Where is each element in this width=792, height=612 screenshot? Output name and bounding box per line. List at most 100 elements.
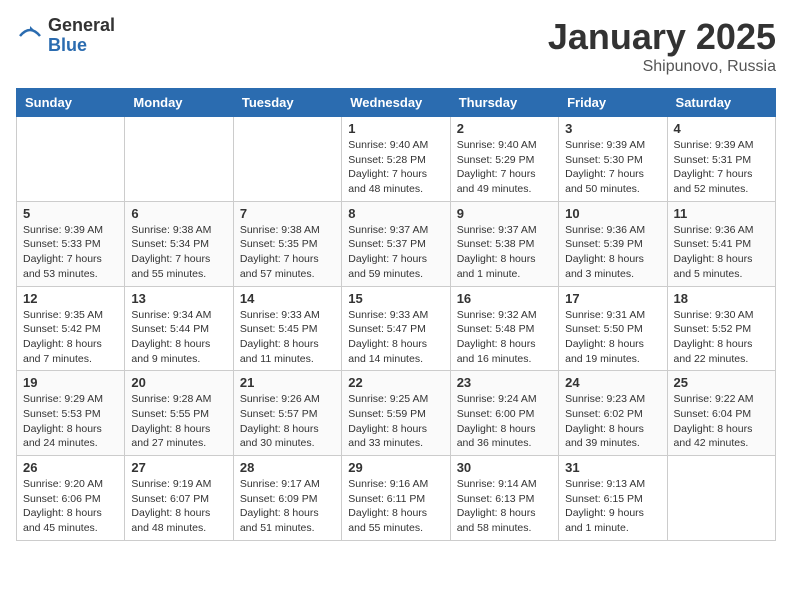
day-number: 14 xyxy=(240,291,335,306)
day-number: 15 xyxy=(348,291,443,306)
day-detail: Sunrise: 9:20 AM Sunset: 6:06 PM Dayligh… xyxy=(23,477,118,536)
day-detail: Sunrise: 9:36 AM Sunset: 5:41 PM Dayligh… xyxy=(674,223,769,282)
col-sunday: Sunday xyxy=(17,89,125,117)
table-row: 13 Sunrise: 9:34 AM Sunset: 5:44 PM Dayli… xyxy=(125,286,233,371)
day-number: 27 xyxy=(131,460,226,475)
day-number: 23 xyxy=(457,375,552,390)
table-row: 3 Sunrise: 9:39 AM Sunset: 5:30 PM Daylig… xyxy=(559,117,667,202)
table-row: 14 Sunrise: 9:33 AM Sunset: 5:45 PM Dayli… xyxy=(233,286,341,371)
table-row: 29 Sunrise: 9:16 AM Sunset: 6:11 PM Dayli… xyxy=(342,456,450,541)
day-number: 2 xyxy=(457,121,552,136)
day-number: 18 xyxy=(674,291,769,306)
day-number: 13 xyxy=(131,291,226,306)
day-detail: Sunrise: 9:38 AM Sunset: 5:35 PM Dayligh… xyxy=(240,223,335,282)
table-row: 1 Sunrise: 9:40 AM Sunset: 5:28 PM Daylig… xyxy=(342,117,450,202)
logo: General Blue xyxy=(16,16,115,56)
day-number: 12 xyxy=(23,291,118,306)
logo-icon xyxy=(16,22,44,50)
day-number: 29 xyxy=(348,460,443,475)
table-row: 19 Sunrise: 9:29 AM Sunset: 5:53 PM Dayli… xyxy=(17,371,125,456)
day-number: 17 xyxy=(565,291,660,306)
table-row: 9Sunrise: 9:37 AM Sunset: 5:38 PM Daylig… xyxy=(450,201,558,286)
day-detail: Sunrise: 9:39 AM Sunset: 5:30 PM Dayligh… xyxy=(565,138,660,197)
table-row: 2 Sunrise: 9:40 AM Sunset: 5:29 PM Daylig… xyxy=(450,117,558,202)
day-number: 1 xyxy=(348,121,443,136)
calendar-week-row: 19 Sunrise: 9:29 AM Sunset: 5:53 PM Dayli… xyxy=(17,371,776,456)
day-detail: Sunrise: 9:24 AM Sunset: 6:00 PM Dayligh… xyxy=(457,392,552,451)
day-detail: Sunrise: 9:35 AM Sunset: 5:42 PM Dayligh… xyxy=(23,308,118,367)
day-detail: Sunrise: 9:39 AM Sunset: 5:33 PM Dayligh… xyxy=(23,223,118,282)
day-detail: Sunrise: 9:26 AM Sunset: 5:57 PM Dayligh… xyxy=(240,392,335,451)
day-detail: Sunrise: 9:13 AM Sunset: 6:15 PM Dayligh… xyxy=(565,477,660,536)
day-detail: Sunrise: 9:37 AM Sunset: 5:37 PM Dayligh… xyxy=(348,223,443,282)
calendar-table: Sunday Monday Tuesday Wednesday Thursday… xyxy=(16,88,776,541)
day-detail: Sunrise: 9:19 AM Sunset: 6:07 PM Dayligh… xyxy=(131,477,226,536)
day-number: 10 xyxy=(565,206,660,221)
logo-text: General Blue xyxy=(48,16,115,56)
day-detail: Sunrise: 9:40 AM Sunset: 5:28 PM Dayligh… xyxy=(348,138,443,197)
table-row xyxy=(17,117,125,202)
day-detail: Sunrise: 9:31 AM Sunset: 5:50 PM Dayligh… xyxy=(565,308,660,367)
table-row: 18 Sunrise: 9:30 AM Sunset: 5:52 PM Dayli… xyxy=(667,286,775,371)
table-row: 6 Sunrise: 9:38 AM Sunset: 5:34 PM Daylig… xyxy=(125,201,233,286)
day-number: 21 xyxy=(240,375,335,390)
day-number: 7 xyxy=(240,206,335,221)
table-row: 8 Sunrise: 9:37 AM Sunset: 5:37 PM Daylig… xyxy=(342,201,450,286)
day-number: 19 xyxy=(23,375,118,390)
title-block: January 2025 Shipunovo, Russia xyxy=(548,16,776,76)
day-detail: Sunrise: 9:14 AM Sunset: 6:13 PM Dayligh… xyxy=(457,477,552,536)
day-number: 11 xyxy=(674,206,769,221)
table-row: 7 Sunrise: 9:38 AM Sunset: 5:35 PM Daylig… xyxy=(233,201,341,286)
day-detail: Sunrise: 9:29 AM Sunset: 5:53 PM Dayligh… xyxy=(23,392,118,451)
table-row xyxy=(125,117,233,202)
day-number: 24 xyxy=(565,375,660,390)
day-number: 4 xyxy=(674,121,769,136)
day-number: 22 xyxy=(348,375,443,390)
day-number: 26 xyxy=(23,460,118,475)
table-row: 17 Sunrise: 9:31 AM Sunset: 5:50 PM Dayli… xyxy=(559,286,667,371)
table-row: 26 Sunrise: 9:20 AM Sunset: 6:06 PM Dayli… xyxy=(17,456,125,541)
logo-blue-text: Blue xyxy=(48,36,115,56)
day-detail: Sunrise: 9:23 AM Sunset: 6:02 PM Dayligh… xyxy=(565,392,660,451)
day-number: 16 xyxy=(457,291,552,306)
day-detail: Sunrise: 9:17 AM Sunset: 6:09 PM Dayligh… xyxy=(240,477,335,536)
day-detail: Sunrise: 9:25 AM Sunset: 5:59 PM Dayligh… xyxy=(348,392,443,451)
day-detail: Sunrise: 9:40 AM Sunset: 5:29 PM Dayligh… xyxy=(457,138,552,197)
col-tuesday: Tuesday xyxy=(233,89,341,117)
table-row: 10Sunrise: 9:36 AM Sunset: 5:39 PM Dayli… xyxy=(559,201,667,286)
day-detail: Sunrise: 9:22 AM Sunset: 6:04 PM Dayligh… xyxy=(674,392,769,451)
table-row: 12 Sunrise: 9:35 AM Sunset: 5:42 PM Dayli… xyxy=(17,286,125,371)
table-row xyxy=(233,117,341,202)
col-thursday: Thursday xyxy=(450,89,558,117)
table-row: 31 Sunrise: 9:13 AM Sunset: 6:15 PM Dayli… xyxy=(559,456,667,541)
day-number: 6 xyxy=(131,206,226,221)
table-row: 16 Sunrise: 9:32 AM Sunset: 5:48 PM Dayli… xyxy=(450,286,558,371)
col-wednesday: Wednesday xyxy=(342,89,450,117)
day-number: 8 xyxy=(348,206,443,221)
table-row: 23 Sunrise: 9:24 AM Sunset: 6:00 PM Dayli… xyxy=(450,371,558,456)
page-header: General Blue January 2025 Shipunovo, Rus… xyxy=(16,16,776,76)
day-detail: Sunrise: 9:38 AM Sunset: 5:34 PM Dayligh… xyxy=(131,223,226,282)
day-detail: Sunrise: 9:34 AM Sunset: 5:44 PM Dayligh… xyxy=(131,308,226,367)
col-saturday: Saturday xyxy=(667,89,775,117)
day-detail: Sunrise: 9:16 AM Sunset: 6:11 PM Dayligh… xyxy=(348,477,443,536)
day-detail: Sunrise: 9:32 AM Sunset: 5:48 PM Dayligh… xyxy=(457,308,552,367)
day-number: 5 xyxy=(23,206,118,221)
table-row: 11 Sunrise: 9:36 AM Sunset: 5:41 PM Dayli… xyxy=(667,201,775,286)
calendar-title: January 2025 xyxy=(548,16,776,58)
day-detail: Sunrise: 9:33 AM Sunset: 5:45 PM Dayligh… xyxy=(240,308,335,367)
day-detail: Sunrise: 9:39 AM Sunset: 5:31 PM Dayligh… xyxy=(674,138,769,197)
day-number: 3 xyxy=(565,121,660,136)
calendar-week-row: 26 Sunrise: 9:20 AM Sunset: 6:06 PM Dayli… xyxy=(17,456,776,541)
table-row: 22 Sunrise: 9:25 AM Sunset: 5:59 PM Dayli… xyxy=(342,371,450,456)
calendar-week-row: 5 Sunrise: 9:39 AM Sunset: 5:33 PM Daylig… xyxy=(17,201,776,286)
day-detail: Sunrise: 9:30 AM Sunset: 5:52 PM Dayligh… xyxy=(674,308,769,367)
calendar-location: Shipunovo, Russia xyxy=(548,58,776,76)
table-row: 21 Sunrise: 9:26 AM Sunset: 5:57 PM Dayli… xyxy=(233,371,341,456)
day-number: 31 xyxy=(565,460,660,475)
table-row: 28Sunrise: 9:17 AM Sunset: 6:09 PM Dayli… xyxy=(233,456,341,541)
day-number: 20 xyxy=(131,375,226,390)
day-number: 30 xyxy=(457,460,552,475)
table-row: 15Sunrise: 9:33 AM Sunset: 5:47 PM Dayli… xyxy=(342,286,450,371)
table-row: 20Sunrise: 9:28 AM Sunset: 5:55 PM Dayli… xyxy=(125,371,233,456)
